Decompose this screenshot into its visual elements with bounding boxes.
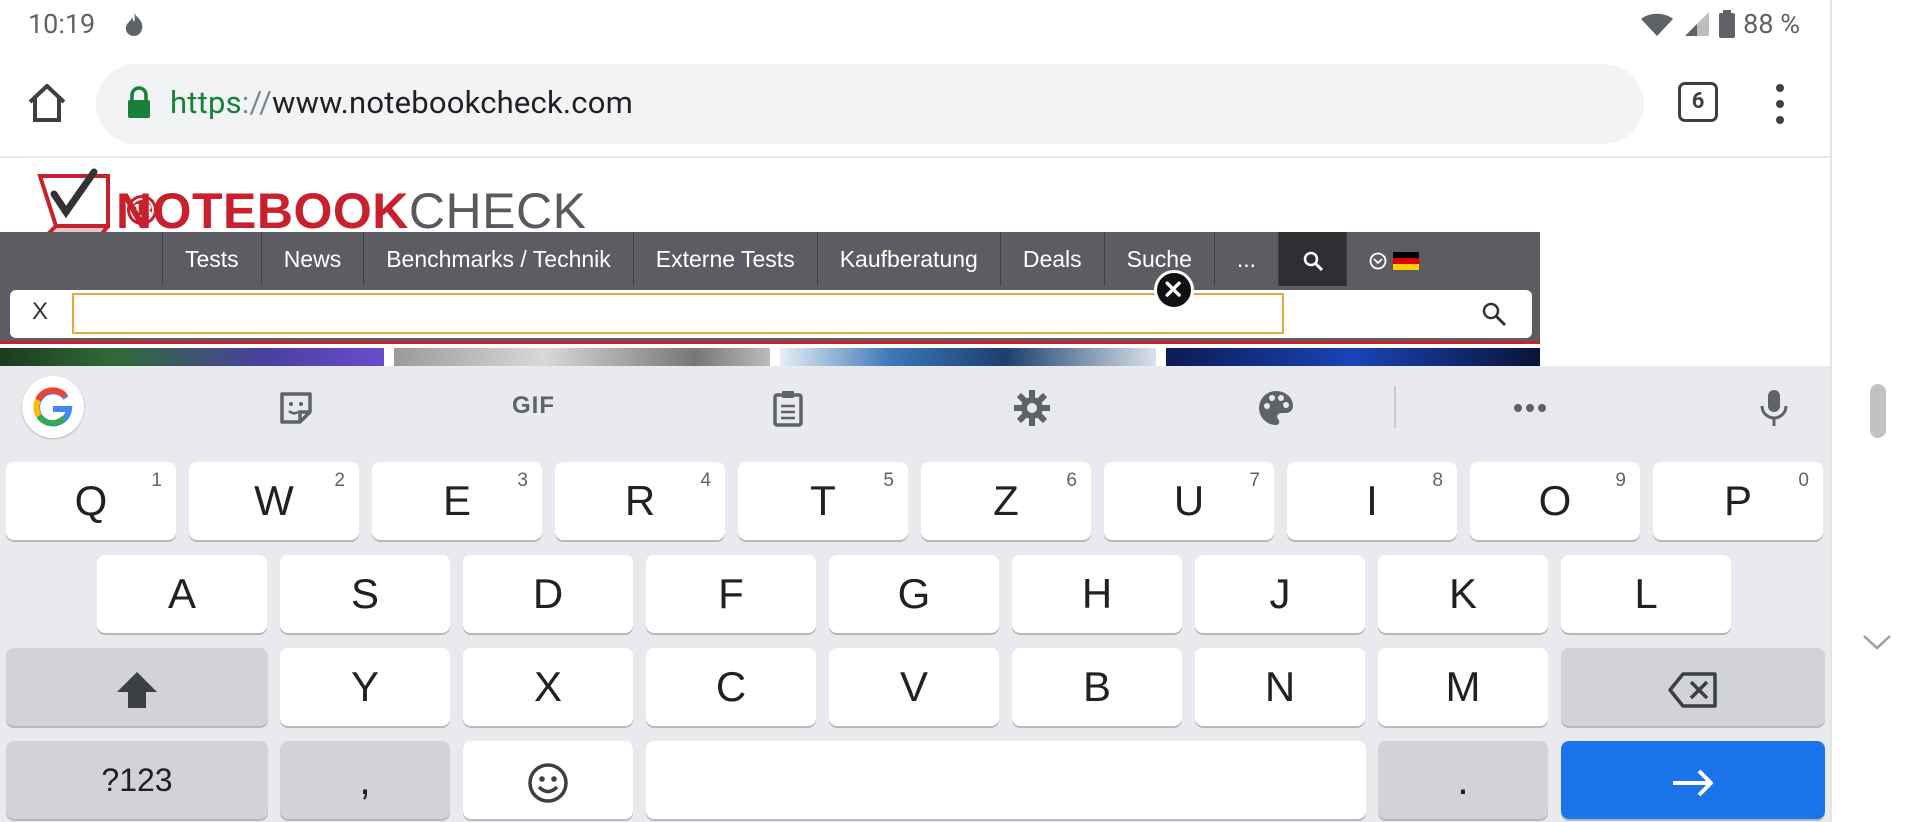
scrollbar-thumb[interactable] xyxy=(1870,384,1886,438)
flame-icon xyxy=(125,12,143,36)
signal-icon xyxy=(1685,12,1710,36)
sticker-icon[interactable] xyxy=(276,388,316,428)
web-page: 13 NOTEBOOKCHECK Tests News Benchmarks /… xyxy=(0,160,1830,366)
key-w[interactable]: W2 xyxy=(189,462,359,540)
shift-key[interactable] xyxy=(6,648,268,726)
on-screen-keyboard: GIF Q1 W2 E3 R4 T5 Z6 U7 I8 O 9 P 0 A S … xyxy=(0,366,1830,822)
key-k[interactable]: K xyxy=(1378,555,1548,633)
clock: 10:19 xyxy=(28,8,96,40)
key-i[interactable]: I8 xyxy=(1287,462,1457,540)
status-indicators: 88 % xyxy=(1639,8,1800,40)
mic-icon[interactable] xyxy=(1754,388,1794,428)
nav-news[interactable]: News xyxy=(260,232,364,286)
gear-icon[interactable] xyxy=(1012,388,1052,428)
german-flag-icon xyxy=(1393,251,1420,270)
keyboard-toolbar: GIF xyxy=(0,366,1830,452)
google-icon[interactable] xyxy=(22,376,84,438)
status-bar: 10:19 88 % xyxy=(0,0,1830,50)
article-thumbnails xyxy=(0,348,1540,366)
chevron-down-icon[interactable] xyxy=(1860,632,1894,652)
site-search-bar: X xyxy=(10,290,1532,338)
close-icon[interactable] xyxy=(1154,270,1194,310)
key-y[interactable]: Y xyxy=(280,648,450,726)
comma-key[interactable]: , xyxy=(280,741,450,819)
key-x[interactable]: X xyxy=(463,648,633,726)
thumbnail-4[interactable] xyxy=(1166,348,1540,366)
page-scrollbar-area xyxy=(1830,0,1920,822)
nav-deals[interactable]: Deals xyxy=(999,232,1104,286)
key-e[interactable]: E3 xyxy=(372,462,542,540)
clipboard-icon[interactable] xyxy=(768,388,808,428)
key-c[interactable]: C xyxy=(646,648,816,726)
key-z[interactable]: Z6 xyxy=(921,462,1091,540)
emoji-icon xyxy=(528,763,568,803)
home-icon[interactable] xyxy=(24,80,70,126)
nav-benchmarks[interactable]: Benchmarks / Technik xyxy=(363,232,633,286)
chevron-down-circle-icon xyxy=(1369,252,1387,270)
key-s[interactable]: S xyxy=(280,555,450,633)
thumbnail-2[interactable] xyxy=(394,348,770,366)
browser-toolbar: https://www.notebookcheck.com 6 xyxy=(0,50,1830,158)
more-horiz-icon[interactable] xyxy=(1510,388,1550,428)
battery-icon xyxy=(1719,10,1736,38)
site-search-panel: X xyxy=(0,286,1540,344)
lock-icon xyxy=(128,86,150,118)
key-g[interactable]: G xyxy=(829,555,999,633)
key-l[interactable]: L xyxy=(1561,555,1731,633)
nav-language[interactable] xyxy=(1346,232,1442,286)
key-o[interactable]: O9 xyxy=(1470,462,1640,540)
key-v[interactable]: V xyxy=(829,648,999,726)
key-b[interactable]: B xyxy=(1012,648,1182,726)
nav-kaufberatung[interactable]: Kaufberatung xyxy=(816,232,1000,286)
key-t[interactable]: T5 xyxy=(738,462,908,540)
nav-tests[interactable]: Tests xyxy=(162,232,261,286)
url-text: https://www.notebookcheck.com xyxy=(170,84,633,121)
thumbnail-1[interactable] xyxy=(0,348,384,366)
wifi-icon xyxy=(1641,13,1674,36)
key-h[interactable]: H xyxy=(1012,555,1182,633)
toolbar-divider xyxy=(1394,386,1396,428)
nav-search-button[interactable] xyxy=(1278,232,1347,286)
address-bar[interactable]: https://www.notebookcheck.com xyxy=(96,64,1644,144)
emoji-key[interactable] xyxy=(463,741,633,819)
more-vert-icon[interactable] xyxy=(1770,80,1790,128)
nav-externe-tests[interactable]: Externe Tests xyxy=(632,232,817,286)
enter-key[interactable] xyxy=(1561,741,1825,819)
key-a[interactable]: A xyxy=(97,555,267,633)
symbols-key[interactable]: ?123 xyxy=(6,741,268,819)
key-r[interactable]: R4 xyxy=(555,462,725,540)
key-d[interactable]: D xyxy=(463,555,633,633)
site-search-input[interactable] xyxy=(72,293,1284,334)
search-icon xyxy=(1303,251,1323,271)
key-f[interactable]: F xyxy=(646,555,816,633)
key-n[interactable]: N xyxy=(1195,648,1365,726)
backspace-icon xyxy=(1668,672,1717,708)
search-icon[interactable] xyxy=(1480,300,1508,328)
period-key[interactable]: . xyxy=(1378,741,1548,819)
search-close-button[interactable]: X xyxy=(32,298,48,326)
nav-more[interactable]: ... xyxy=(1213,232,1278,286)
backspace-key[interactable] xyxy=(1561,648,1825,726)
key-j[interactable]: J xyxy=(1195,555,1365,633)
key-q[interactable]: Q1 xyxy=(6,462,176,540)
gif-button[interactable]: GIF xyxy=(512,392,555,420)
enter-arrow-icon xyxy=(1673,769,1713,797)
tab-switcher-button[interactable]: 6 xyxy=(1678,82,1718,122)
key-m[interactable]: M xyxy=(1378,648,1548,726)
thumbnail-3[interactable] xyxy=(780,348,1156,366)
battery-level: 88 % xyxy=(1743,8,1800,40)
palette-icon[interactable] xyxy=(1256,388,1296,428)
key-u[interactable]: U7 xyxy=(1104,462,1274,540)
key-p[interactable]: P0 xyxy=(1653,462,1823,540)
space-key[interactable] xyxy=(646,741,1366,819)
shift-icon xyxy=(117,671,157,708)
site-nav: Tests News Benchmarks / Technik Externe … xyxy=(0,232,1540,286)
